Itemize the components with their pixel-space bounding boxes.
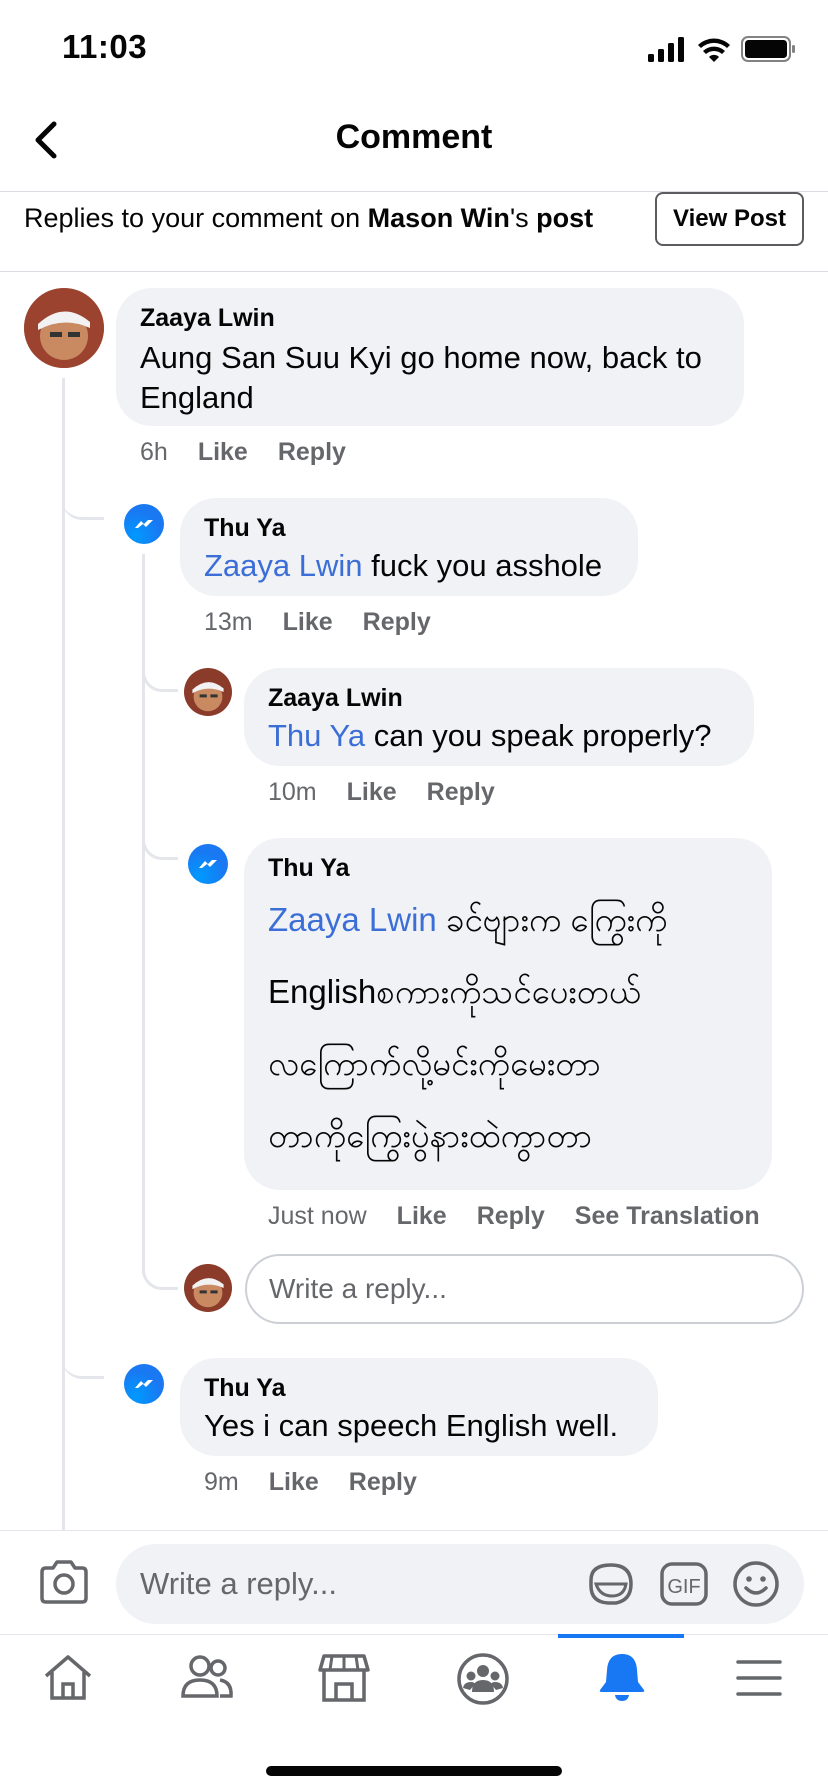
friends-icon	[181, 1655, 233, 1698]
comment-author[interactable]: Thu Ya	[204, 1374, 286, 1403]
comment-text: Aung San Suu Kyi go home now, back to Eng…	[140, 340, 702, 415]
thread-connector	[62, 1355, 104, 1379]
tab-friends[interactable]	[180, 1652, 234, 1704]
comment-text: Zaaya Lwin ခင်ဗျားက ကြွေးကို Englishစကား…	[268, 901, 668, 1154]
comment-meta: Just now Like Reply See Translation	[268, 1202, 790, 1231]
comment-meta: 6h Like Reply	[140, 438, 376, 467]
avatar[interactable]	[24, 288, 104, 368]
context-text: Replies to your comment on Mason Win's p…	[24, 203, 594, 233]
tab-menu[interactable]	[736, 1658, 782, 1698]
reply-button[interactable]: Reply	[349, 1468, 417, 1496]
marketplace-icon	[318, 1654, 370, 1702]
home-indicator	[266, 1766, 562, 1776]
thread-connector	[142, 660, 178, 692]
mention-link[interactable]: Zaaya Lwin	[268, 901, 437, 938]
messenger-icon	[135, 520, 153, 528]
menu-icon	[736, 1660, 782, 1696]
like-button[interactable]: Like	[283, 608, 333, 636]
signal-icon	[648, 37, 684, 62]
comment-meta: 13m Like Reply	[204, 608, 461, 637]
comment-text: Yes i can speech English well.	[204, 1408, 619, 1443]
see-translation-button[interactable]: See Translation	[575, 1202, 760, 1230]
wifi-icon	[698, 38, 730, 62]
smiley-icon	[733, 1561, 779, 1607]
like-button[interactable]: Like	[347, 778, 397, 806]
comment-meta: 9m Like Reply	[204, 1468, 447, 1497]
messenger-icon	[199, 860, 217, 868]
view-post-button[interactable]: View Post	[655, 192, 804, 246]
comment-text: Zaaya Lwin fuck you asshole	[204, 548, 603, 583]
gif-icon: GIF	[660, 1562, 708, 1606]
like-button[interactable]: Like	[397, 1202, 447, 1230]
comment-author[interactable]: Zaaya Lwin	[140, 304, 275, 333]
comment-meta: 10m Like Reply	[268, 778, 525, 807]
reply-button[interactable]: Reply	[278, 438, 346, 466]
avatar[interactable]	[184, 668, 232, 716]
avatar[interactable]	[124, 504, 164, 544]
page-title: Comment	[335, 118, 493, 156]
like-button[interactable]: Like	[269, 1468, 319, 1496]
home-icon	[44, 1655, 92, 1700]
active-tab-indicator	[558, 1634, 684, 1638]
comment-time: 13m	[204, 608, 253, 636]
comment-author[interactable]: Thu Ya	[268, 854, 350, 883]
reply-button[interactable]: Reply	[363, 608, 431, 636]
sticker-button[interactable]	[586, 1560, 636, 1608]
groups-icon	[457, 1653, 509, 1705]
comment-author[interactable]: Thu Ya	[204, 514, 286, 543]
comment-time: 6h	[140, 438, 168, 466]
reply-button[interactable]: Reply	[427, 778, 495, 806]
tab-marketplace[interactable]	[318, 1652, 370, 1704]
messenger-icon	[135, 1380, 153, 1388]
thread-connector	[142, 840, 178, 860]
status-icons	[648, 34, 798, 64]
sticker-icon	[589, 1563, 633, 1605]
mention-link[interactable]: Thu Ya	[268, 718, 365, 753]
mention-link[interactable]: Zaaya Lwin	[204, 548, 363, 583]
comment-time: 10m	[268, 778, 317, 806]
comment-author[interactable]: Zaaya Lwin	[268, 684, 403, 713]
thread-connector	[62, 480, 104, 520]
camera-button[interactable]	[38, 1558, 90, 1606]
status-time: 11:03	[62, 28, 148, 65]
avatar	[184, 1264, 232, 1312]
comment-time: Just now	[268, 1202, 367, 1230]
divider	[0, 271, 828, 272]
thread-connector	[142, 1270, 178, 1290]
tab-groups[interactable]	[456, 1652, 510, 1706]
bell-icon	[599, 1654, 645, 1701]
reply-button[interactable]: Reply	[477, 1202, 545, 1230]
tab-notifications[interactable]	[596, 1650, 648, 1704]
tab-home[interactable]	[42, 1652, 94, 1704]
like-button[interactable]: Like	[198, 438, 248, 466]
emoji-button[interactable]	[732, 1560, 780, 1608]
comment-time: 9m	[204, 1468, 239, 1496]
svg-text:GIF: GIF	[667, 1576, 700, 1598]
avatar[interactable]	[188, 844, 228, 884]
battery-icon	[741, 36, 795, 62]
gif-button[interactable]: GIF	[660, 1562, 708, 1606]
inline-reply-input[interactable]: Write a reply...	[245, 1254, 804, 1324]
comment-text: Thu Ya can you speak properly?	[268, 718, 712, 753]
camera-icon	[40, 1560, 88, 1604]
avatar[interactable]	[124, 1364, 164, 1404]
post-owner-link[interactable]: Mason Win	[368, 203, 510, 233]
